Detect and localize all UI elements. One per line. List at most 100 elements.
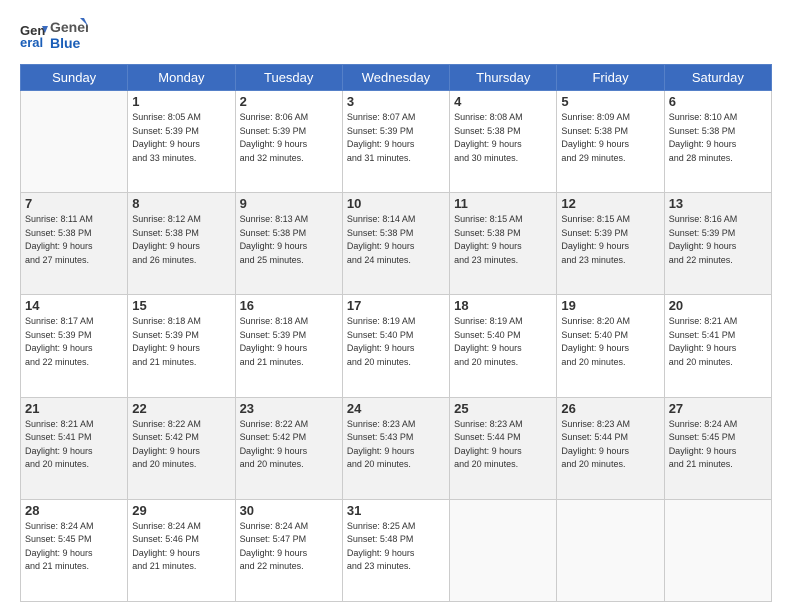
calendar-day-cell: 2 Sunrise: 8:06 AM Sunset: 5:39 PM Daylig… <box>235 91 342 193</box>
day-number: 10 <box>347 196 445 211</box>
calendar-day-cell: 22 Sunrise: 8:22 AM Sunset: 5:42 PM Dayli… <box>128 397 235 499</box>
calendar-day-cell <box>557 499 664 601</box>
svg-text:Blue: Blue <box>50 35 81 51</box>
calendar-day-cell: 29Sunrise: 8:24 AM Sunset: 5:46 PM Dayli… <box>128 499 235 601</box>
day-number: 24 <box>347 401 445 416</box>
day-info: Sunrise: 8:15 AM Sunset: 5:39 PM Dayligh… <box>561 213 659 267</box>
day-info: Sunrise: 8:23 AM Sunset: 5:44 PM Dayligh… <box>561 418 659 472</box>
day-number: 20 <box>669 298 767 313</box>
day-info: Sunrise: 8:20 AM Sunset: 5:40 PM Dayligh… <box>561 315 659 369</box>
day-number: 18 <box>454 298 552 313</box>
calendar-table: SundayMondayTuesdayWednesdayThursdayFrid… <box>20 64 772 602</box>
calendar-week-row: 7 Sunrise: 8:11 AM Sunset: 5:38 PM Daylig… <box>21 193 772 295</box>
header: Gen eral General Blue <box>20 16 772 54</box>
calendar-week-row: 1 Sunrise: 8:05 AM Sunset: 5:39 PM Daylig… <box>21 91 772 193</box>
calendar-day-cell: 30Sunrise: 8:24 AM Sunset: 5:47 PM Dayli… <box>235 499 342 601</box>
day-info: Sunrise: 8:23 AM Sunset: 5:44 PM Dayligh… <box>454 418 552 472</box>
calendar-day-cell: 16 Sunrise: 8:18 AM Sunset: 5:39 PM Dayli… <box>235 295 342 397</box>
day-number: 16 <box>240 298 338 313</box>
weekday-header-cell: Saturday <box>664 65 771 91</box>
day-info: Sunrise: 8:24 AM Sunset: 5:47 PM Dayligh… <box>240 520 338 574</box>
calendar-day-cell: 19Sunrise: 8:20 AM Sunset: 5:40 PM Dayli… <box>557 295 664 397</box>
day-info: Sunrise: 8:08 AM Sunset: 5:38 PM Dayligh… <box>454 111 552 165</box>
day-info: Sunrise: 8:16 AM Sunset: 5:39 PM Dayligh… <box>669 213 767 267</box>
calendar-day-cell <box>450 499 557 601</box>
day-info: Sunrise: 8:18 AM Sunset: 5:39 PM Dayligh… <box>240 315 338 369</box>
calendar-day-cell: 10 Sunrise: 8:14 AM Sunset: 5:38 PM Dayli… <box>342 193 449 295</box>
weekday-header-cell: Sunday <box>21 65 128 91</box>
day-number: 15 <box>132 298 230 313</box>
weekday-header-cell: Thursday <box>450 65 557 91</box>
day-info: Sunrise: 8:09 AM Sunset: 5:38 PM Dayligh… <box>561 111 659 165</box>
weekday-header-cell: Friday <box>557 65 664 91</box>
day-info: Sunrise: 8:22 AM Sunset: 5:42 PM Dayligh… <box>132 418 230 472</box>
day-info: Sunrise: 8:24 AM Sunset: 5:45 PM Dayligh… <box>25 520 123 574</box>
logo: Gen eral General Blue <box>20 16 88 54</box>
day-number: 7 <box>25 196 123 211</box>
logo-icon: Gen eral <box>20 21 48 49</box>
calendar-day-cell: 11Sunrise: 8:15 AM Sunset: 5:38 PM Dayli… <box>450 193 557 295</box>
calendar-day-cell: 31 Sunrise: 8:25 AM Sunset: 5:48 PM Dayli… <box>342 499 449 601</box>
calendar-day-cell: 17Sunrise: 8:19 AM Sunset: 5:40 PM Dayli… <box>342 295 449 397</box>
day-number: 17 <box>347 298 445 313</box>
calendar-day-cell: 15 Sunrise: 8:18 AM Sunset: 5:39 PM Dayli… <box>128 295 235 397</box>
day-info: Sunrise: 8:10 AM Sunset: 5:38 PM Dayligh… <box>669 111 767 165</box>
day-number: 21 <box>25 401 123 416</box>
day-number: 27 <box>669 401 767 416</box>
day-info: Sunrise: 8:11 AM Sunset: 5:38 PM Dayligh… <box>25 213 123 267</box>
day-info: Sunrise: 8:06 AM Sunset: 5:39 PM Dayligh… <box>240 111 338 165</box>
day-info: Sunrise: 8:17 AM Sunset: 5:39 PM Dayligh… <box>25 315 123 369</box>
day-info: Sunrise: 8:22 AM Sunset: 5:42 PM Dayligh… <box>240 418 338 472</box>
calendar-day-cell: 13Sunrise: 8:16 AM Sunset: 5:39 PM Dayli… <box>664 193 771 295</box>
day-info: Sunrise: 8:12 AM Sunset: 5:38 PM Dayligh… <box>132 213 230 267</box>
day-number: 1 <box>132 94 230 109</box>
day-info: Sunrise: 8:24 AM Sunset: 5:45 PM Dayligh… <box>669 418 767 472</box>
day-number: 6 <box>669 94 767 109</box>
calendar-day-cell: 6 Sunrise: 8:10 AM Sunset: 5:38 PM Daylig… <box>664 91 771 193</box>
day-number: 3 <box>347 94 445 109</box>
calendar-day-cell <box>664 499 771 601</box>
calendar-body: 1 Sunrise: 8:05 AM Sunset: 5:39 PM Daylig… <box>21 91 772 602</box>
day-info: Sunrise: 8:21 AM Sunset: 5:41 PM Dayligh… <box>669 315 767 369</box>
day-info: Sunrise: 8:18 AM Sunset: 5:39 PM Dayligh… <box>132 315 230 369</box>
day-number: 9 <box>240 196 338 211</box>
day-number: 2 <box>240 94 338 109</box>
calendar-day-cell: 14 Sunrise: 8:17 AM Sunset: 5:39 PM Dayli… <box>21 295 128 397</box>
day-number: 29 <box>132 503 230 518</box>
calendar-day-cell: 23 Sunrise: 8:22 AM Sunset: 5:42 PM Dayli… <box>235 397 342 499</box>
svg-text:General: General <box>50 19 88 35</box>
weekday-header-cell: Monday <box>128 65 235 91</box>
day-number: 4 <box>454 94 552 109</box>
calendar-week-row: 14 Sunrise: 8:17 AM Sunset: 5:39 PM Dayli… <box>21 295 772 397</box>
calendar-day-cell: 18 Sunrise: 8:19 AM Sunset: 5:40 PM Dayli… <box>450 295 557 397</box>
day-number: 14 <box>25 298 123 313</box>
day-number: 28 <box>25 503 123 518</box>
day-number: 11 <box>454 196 552 211</box>
day-info: Sunrise: 8:05 AM Sunset: 5:39 PM Dayligh… <box>132 111 230 165</box>
day-number: 31 <box>347 503 445 518</box>
weekday-header-row: SundayMondayTuesdayWednesdayThursdayFrid… <box>21 65 772 91</box>
calendar-day-cell: 8 Sunrise: 8:12 AM Sunset: 5:38 PM Daylig… <box>128 193 235 295</box>
weekday-header-cell: Wednesday <box>342 65 449 91</box>
day-info: Sunrise: 8:19 AM Sunset: 5:40 PM Dayligh… <box>454 315 552 369</box>
calendar-day-cell: 5 Sunrise: 8:09 AM Sunset: 5:38 PM Daylig… <box>557 91 664 193</box>
day-info: Sunrise: 8:13 AM Sunset: 5:38 PM Dayligh… <box>240 213 338 267</box>
calendar-day-cell: 20 Sunrise: 8:21 AM Sunset: 5:41 PM Dayli… <box>664 295 771 397</box>
day-info: Sunrise: 8:07 AM Sunset: 5:39 PM Dayligh… <box>347 111 445 165</box>
day-number: 26 <box>561 401 659 416</box>
page-container: Gen eral General Blue SundayMondayTues <box>0 0 792 612</box>
weekday-header-cell: Tuesday <box>235 65 342 91</box>
day-number: 5 <box>561 94 659 109</box>
day-info: Sunrise: 8:25 AM Sunset: 5:48 PM Dayligh… <box>347 520 445 574</box>
day-number: 22 <box>132 401 230 416</box>
calendar-day-cell: 3 Sunrise: 8:07 AM Sunset: 5:39 PM Daylig… <box>342 91 449 193</box>
day-number: 23 <box>240 401 338 416</box>
calendar-day-cell: 25Sunrise: 8:23 AM Sunset: 5:44 PM Dayli… <box>450 397 557 499</box>
day-number: 8 <box>132 196 230 211</box>
calendar-day-cell: 4 Sunrise: 8:08 AM Sunset: 5:38 PM Daylig… <box>450 91 557 193</box>
calendar-day-cell <box>21 91 128 193</box>
calendar-day-cell: 12Sunrise: 8:15 AM Sunset: 5:39 PM Dayli… <box>557 193 664 295</box>
calendar-day-cell: 1 Sunrise: 8:05 AM Sunset: 5:39 PM Daylig… <box>128 91 235 193</box>
calendar-day-cell: 24Sunrise: 8:23 AM Sunset: 5:43 PM Dayli… <box>342 397 449 499</box>
day-info: Sunrise: 8:14 AM Sunset: 5:38 PM Dayligh… <box>347 213 445 267</box>
